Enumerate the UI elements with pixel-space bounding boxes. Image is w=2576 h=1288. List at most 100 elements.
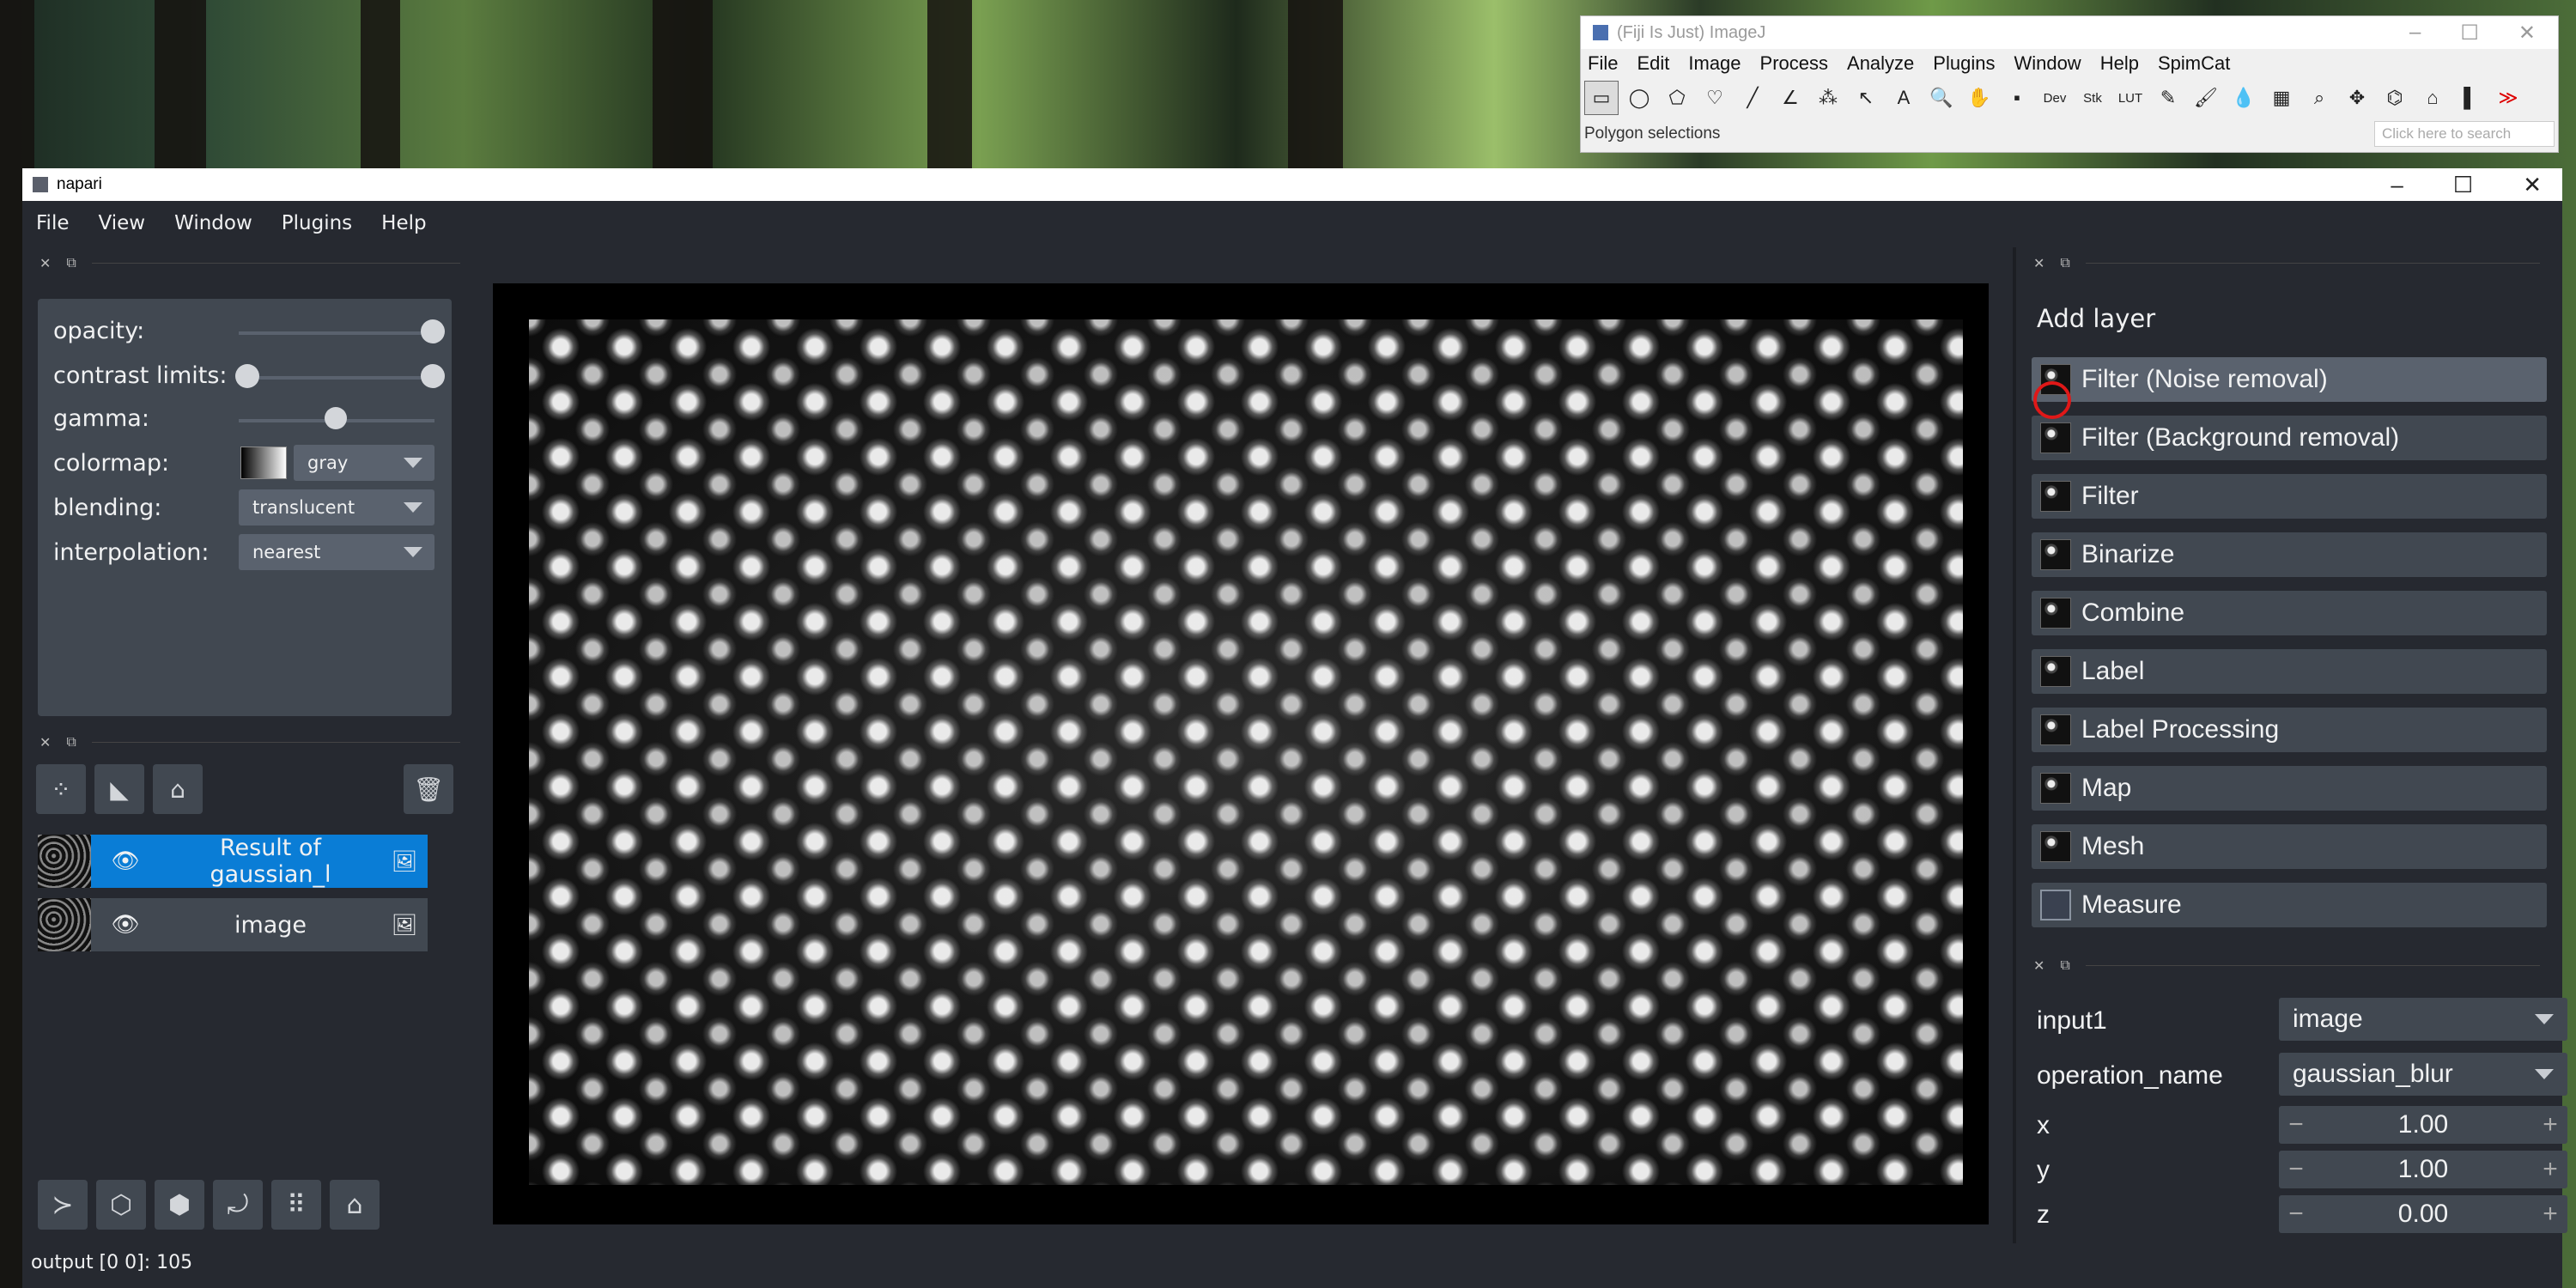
eye-icon[interactable]: 👁 [91,912,160,938]
minimize-icon[interactable]: – [2391,172,2403,198]
ij-menu-analyze[interactable]: Analyze [1847,52,1914,75]
brush-tool-icon[interactable]: 🖌 [2189,81,2223,115]
close-dock-icon[interactable]: ✕ [39,255,51,271]
menu-window[interactable]: Window [174,212,252,234]
contrast-slider[interactable] [239,376,434,380]
magnifier-tool-icon[interactable]: 🔍 [1924,81,1959,115]
new-labels-layer-button[interactable]: ⌂ [153,764,203,814]
y-spinbox[interactable]: − 1.00 + [2279,1151,2567,1188]
layer-name[interactable]: image [160,912,381,939]
line-tool-icon[interactable]: ╱ [1735,81,1770,115]
close-dock-icon[interactable]: ✕ [39,734,51,750]
eye-icon[interactable]: 👁 [91,848,160,874]
dock-splitter[interactable] [2013,247,2016,1243]
menu-view[interactable]: View [99,212,146,234]
layer-name[interactable]: Result of gaussian_l [160,835,381,888]
layer-row[interactable]: 👁 Result of gaussian_l 🖼 [38,835,428,888]
rectangle-tool-icon[interactable]: ▭ [1584,81,1619,115]
ij-menu-image[interactable]: Image [1688,52,1741,75]
layer-row-body[interactable]: 👁 Result of gaussian_l 🖼 [91,835,428,888]
x-value[interactable]: 1.00 [2313,1110,2533,1139]
interpolation-dropdown[interactable]: nearest [239,534,434,570]
console-button[interactable]: ≻ [38,1180,88,1230]
ij-menu-edit[interactable]: Edit [1637,52,1669,75]
blending-dropdown[interactable]: translucent [239,489,434,526]
roll-dims-button[interactable]: ⬢ [155,1180,204,1230]
x-spinbox[interactable]: − 1.00 + [2279,1106,2567,1144]
opacity-knob[interactable] [421,319,445,343]
float-dock-icon[interactable]: ⧉ [66,254,76,271]
microscopy-image[interactable] [529,319,1963,1185]
maximize-icon[interactable]: ☐ [2460,21,2479,46]
lut-menu-icon[interactable]: LUT [2113,81,2148,115]
close-icon[interactable]: ✕ [2523,172,2542,198]
increment-icon[interactable]: + [2533,1200,2567,1229]
dev-menu-icon[interactable]: Dev [2038,81,2072,115]
operation-name-dropdown[interactable]: gaussian_blur [2279,1053,2567,1096]
gradient-tool-icon[interactable]: ▌ [2453,81,2488,115]
minimize-icon[interactable]: – [2409,21,2421,46]
hand-tool-icon[interactable]: ✋ [1962,81,1996,115]
ij-search-field[interactable]: Click here to search [2374,121,2555,147]
y-value[interactable]: 1.00 [2313,1155,2533,1184]
grid-button[interactable]: ⠿ [271,1180,321,1230]
gamma-knob[interactable] [325,407,347,429]
color-picker-icon[interactable]: ▪ [2000,81,2034,115]
menu-plugins[interactable]: Plugins [282,212,352,234]
ij-menu-window[interactable]: Window [2014,52,2081,75]
combine-button[interactable]: Combine [2032,591,2547,635]
menu-help[interactable]: Help [381,212,426,234]
close-icon[interactable]: ✕ [2518,21,2536,46]
freehand-tool-icon[interactable]: ♡ [1698,81,1732,115]
input1-dropdown[interactable]: image [2279,998,2567,1041]
new-shapes-layer-button[interactable]: ◣ [94,764,144,814]
opacity-slider[interactable] [239,331,434,335]
filter-button[interactable]: Filter [2032,474,2547,519]
float-dock-icon[interactable]: ⧉ [2060,254,2069,271]
decrement-icon[interactable]: − [2279,1110,2313,1139]
close-dock-icon[interactable]: ✕ [2033,255,2044,271]
float-dock-icon[interactable]: ⧉ [2060,957,2069,974]
ij-menu-plugins[interactable]: Plugins [1933,52,1995,75]
stk-menu-icon[interactable]: Stk [2075,81,2110,115]
point-tool-icon[interactable]: ⁂ [1811,81,1845,115]
menu-file[interactable]: File [36,212,70,234]
filter-background-removal-button[interactable]: Filter (Background removal) [2032,416,2547,460]
transpose-button[interactable]: ⤾ [213,1180,263,1230]
float-dock-icon[interactable]: ⧉ [66,733,76,750]
ij-menu-spimcat[interactable]: SpimCat [2158,52,2230,75]
decrement-icon[interactable]: − [2279,1200,2313,1229]
search-tool-icon[interactable]: ⌕ [2302,81,2336,115]
overlay-tool-icon[interactable]: ▦ [2264,81,2299,115]
text-tool-icon[interactable]: A [1886,81,1921,115]
contrast-min-knob[interactable] [235,364,259,388]
ij-menu-help[interactable]: Help [2100,52,2139,75]
flood-fill-icon[interactable]: 💧 [2227,81,2261,115]
layer-row-body[interactable]: 👁 image 🖼 [91,898,428,951]
filter-noise-removal-button[interactable]: Filter (Noise removal) [2032,357,2547,402]
move-tool-icon[interactable]: ✥ [2340,81,2374,115]
home-button[interactable]: ⌂ [330,1180,380,1230]
map-button[interactable]: Map [2032,766,2547,811]
ndisplay-button[interactable]: ⬡ [96,1180,146,1230]
plugin-tool-icon[interactable]: ⌬ [2378,81,2412,115]
polygon-tool-icon[interactable]: ⬠ [1660,81,1694,115]
delete-layer-button[interactable]: 🗑 [404,764,453,814]
z-value[interactable]: 0.00 [2313,1200,2533,1229]
binarize-button[interactable]: Binarize [2032,532,2547,577]
layer-row[interactable]: 👁 image 🖼 [38,898,428,951]
more-tools-icon[interactable]: ≫ [2491,81,2525,115]
label-processing-button[interactable]: Label Processing [2032,708,2547,752]
ij-menu-process[interactable]: Process [1760,52,1828,75]
contrast-max-knob[interactable] [421,364,445,388]
viewer-canvas[interactable] [493,283,1989,1224]
pencil-tool-icon[interactable]: ✎ [2151,81,2185,115]
maximize-icon[interactable]: ☐ [2453,172,2473,198]
oval-tool-icon[interactable]: ◯ [1622,81,1656,115]
label-button[interactable]: Label [2032,649,2547,694]
decrement-icon[interactable]: − [2279,1155,2313,1184]
measure-button[interactable]: Measure [2032,883,2547,927]
mesh-button[interactable]: Mesh [2032,824,2547,869]
z-spinbox[interactable]: − 0.00 + [2279,1195,2567,1233]
wand-tool-icon[interactable]: ↖ [1849,81,1883,115]
